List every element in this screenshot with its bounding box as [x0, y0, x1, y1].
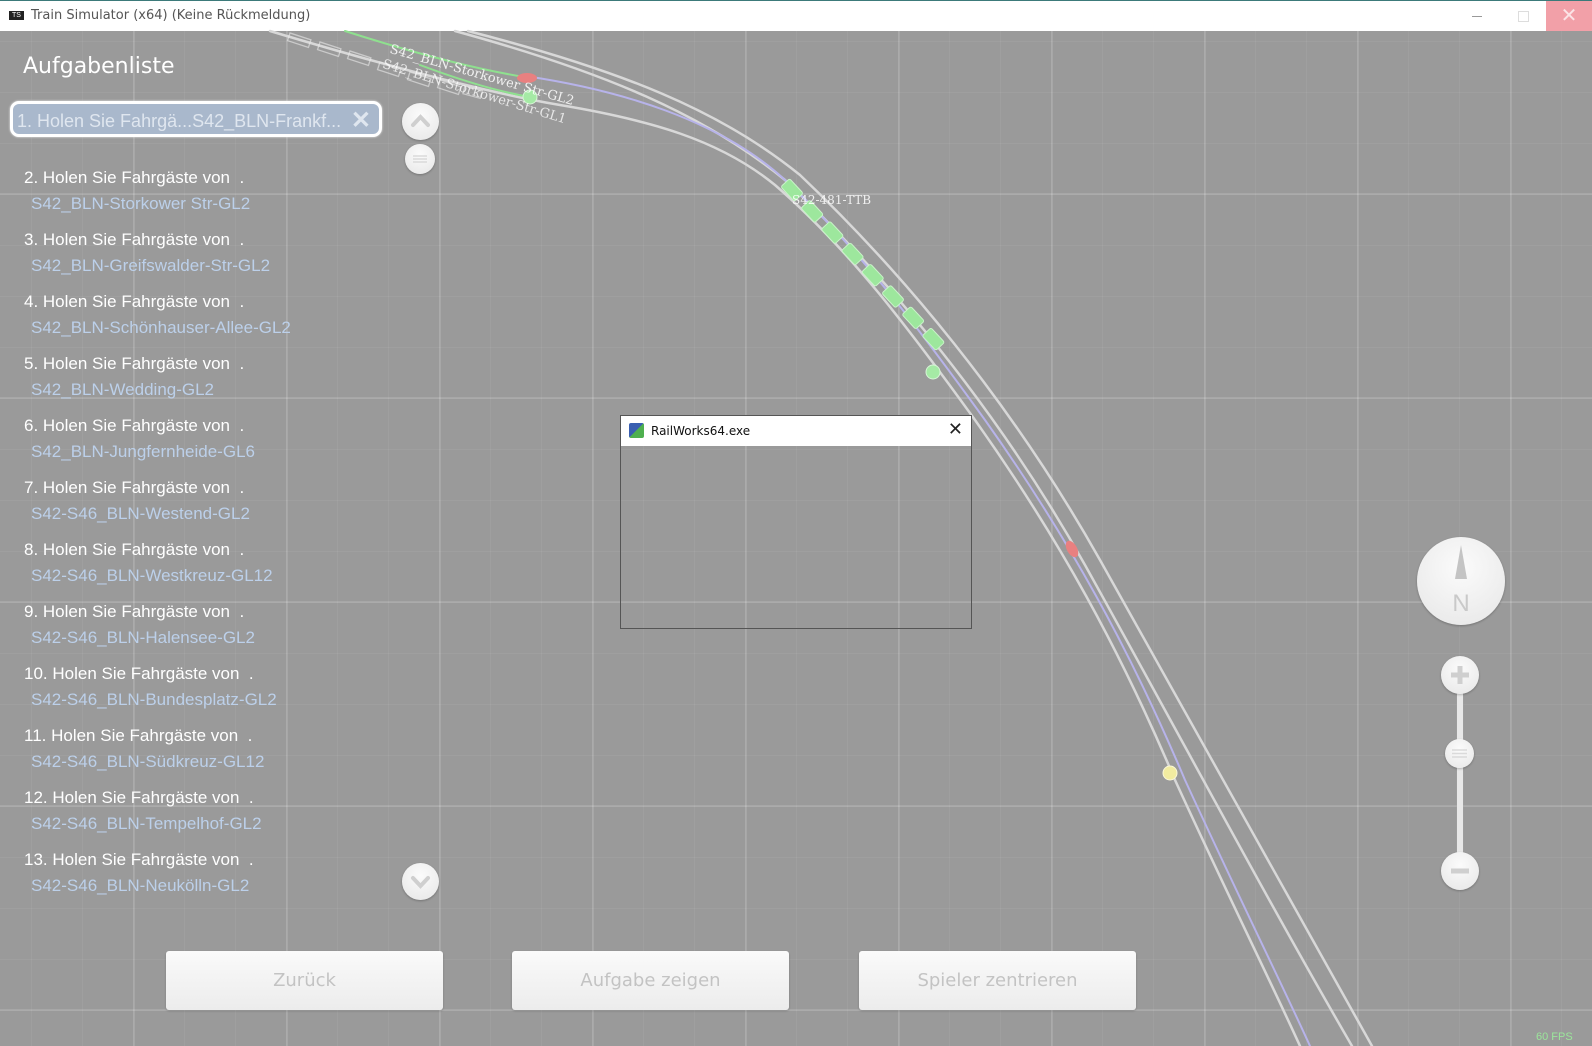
task-station: S42_BLN-Greifswalder-Str-GL2	[31, 256, 271, 275]
scroll-thumb[interactable]	[405, 144, 435, 174]
train-car	[841, 242, 864, 265]
compass-button[interactable]: N	[1417, 537, 1505, 625]
north-arrow-icon: N	[1452, 545, 1470, 617]
task-description: 12. Holen Sie Fahrgäste von .	[24, 788, 254, 807]
scroll-up-button[interactable]	[402, 103, 439, 140]
fps-counter: 60 FPS	[1536, 1031, 1573, 1043]
task-item[interactable]: 12. Holen Sie Fahrgäste von . S42-S46_BLN…	[24, 788, 262, 834]
task-item[interactable]: 11. Holen Sie Fahrgäste von . S42-S46_BLN…	[24, 726, 264, 772]
railworks-dialog: RailWorks64.exe ✕	[620, 415, 972, 629]
clear-icon[interactable]: ✕	[351, 106, 371, 135]
train-label: S42-481-TTB	[792, 193, 872, 207]
zoom-out-button[interactable]	[1441, 852, 1479, 890]
task-station: S42-S46_BLN-Westkreuz-GL12	[31, 566, 273, 585]
task-description: 8. Holen Sie Fahrgäste von .	[24, 540, 245, 559]
chevron-up-icon	[411, 114, 430, 127]
center-player-button[interactable]: Spieler zentrieren	[859, 951, 1136, 1010]
chevron-down-icon	[411, 876, 430, 889]
grip-icon	[413, 155, 427, 163]
task-item[interactable]: 2. Holen Sie Fahrgäste von . S42_BLN-Stor…	[24, 168, 250, 214]
task-station: S42_BLN-Schönhauser-Allee-GL2	[31, 318, 291, 337]
task-item[interactable]: 4. Holen Sie Fahrgäste von . S42_BLN-Schö…	[24, 292, 291, 338]
task-description: 6. Holen Sie Fahrgäste von .	[24, 416, 245, 435]
selected-task[interactable]: 1. Holen Sie Fahrgä...S42_BLN-Frankf... …	[10, 101, 382, 137]
train-car	[821, 221, 844, 244]
task-station: S42-S46_BLN-Südkreuz-GL12	[31, 752, 265, 771]
show-task-button[interactable]: Aufgabe zeigen	[512, 951, 789, 1010]
task-station: S42-S46_BLN-Neukölln-GL2	[31, 876, 250, 895]
task-description: 3. Holen Sie Fahrgäste von .	[24, 230, 245, 249]
task-description: 2. Holen Sie Fahrgäste von .	[24, 168, 245, 187]
task-station: S42_BLN-Wedding-GL2	[31, 380, 215, 399]
task-item[interactable]: 3. Holen Sie Fahrgäste von . S42_BLN-Grei…	[24, 230, 270, 276]
selected-task-label: 1. Holen Sie Fahrgä...S42_BLN-Frankf...	[17, 111, 342, 131]
task-station: S42_BLN-Storkower Str-GL2	[31, 194, 251, 213]
task-item[interactable]: 7. Holen Sie Fahrgäste von . S42-S46_BLN-…	[24, 478, 250, 524]
task-item[interactable]: 6. Holen Sie Fahrgäste von . S42_BLN-Jung…	[24, 416, 255, 462]
dialog-title: RailWorks64.exe	[651, 424, 751, 438]
task-station: S42-S46_BLN-Tempelhof-GL2	[31, 814, 262, 833]
task-description: 7. Holen Sie Fahrgäste von .	[24, 478, 245, 497]
compass-letter: N	[1452, 590, 1469, 617]
dialog-close-button[interactable]: ✕	[948, 419, 963, 440]
task-item[interactable]: 9. Holen Sie Fahrgäste von . S42-S46_BLN-…	[24, 602, 255, 648]
zoom-slider-thumb[interactable]	[1445, 739, 1474, 768]
task-station: S42-S46_BLN-Halensee-GL2	[31, 628, 255, 647]
task-description: 13. Holen Sie Fahrgäste von .	[24, 850, 254, 869]
minus-icon	[1451, 868, 1469, 874]
task-station: S42_BLN-Jungfernheide-GL6	[31, 442, 255, 461]
zoom-in-button[interactable]	[1441, 656, 1479, 694]
task-station: S42-S46_BLN-Bundesplatz-GL2	[31, 690, 277, 709]
task-item[interactable]: 10. Holen Sie Fahrgäste von . S42-S46_BLN…	[24, 664, 277, 710]
task-description: 5. Holen Sie Fahrgäste von .	[24, 354, 245, 373]
task-station: S42-S46_BLN-Westend-GL2	[31, 504, 250, 523]
grip-icon	[1452, 749, 1467, 758]
task-description: 10. Holen Sie Fahrgäste von .	[24, 664, 254, 683]
plus-icon	[1451, 666, 1469, 684]
yellow-marker	[1162, 765, 1178, 781]
task-description: 9. Holen Sie Fahrgäste von .	[24, 602, 245, 621]
dialog-title-bar: RailWorks64.exe ✕	[621, 416, 971, 446]
scroll-down-button[interactable]	[402, 863, 439, 900]
green-marker	[925, 364, 941, 380]
zoom-slider-track[interactable]	[1457, 675, 1463, 871]
app-icon	[629, 423, 644, 438]
task-description: 4. Holen Sie Fahrgäste von .	[24, 292, 245, 311]
task-item[interactable]: 8. Holen Sie Fahrgäste von . S42-S46_BLN-…	[24, 540, 273, 586]
panel-title: Aufgabenliste	[23, 54, 175, 79]
task-description: 11. Holen Sie Fahrgäste von .	[24, 726, 253, 745]
task-item[interactable]: 5. Holen Sie Fahrgäste von . S42_BLN-Wedd…	[24, 354, 244, 400]
back-button[interactable]: Zurück	[166, 951, 443, 1010]
task-item[interactable]: 13. Holen Sie Fahrgäste von . S42-S46_BLN…	[24, 850, 254, 896]
